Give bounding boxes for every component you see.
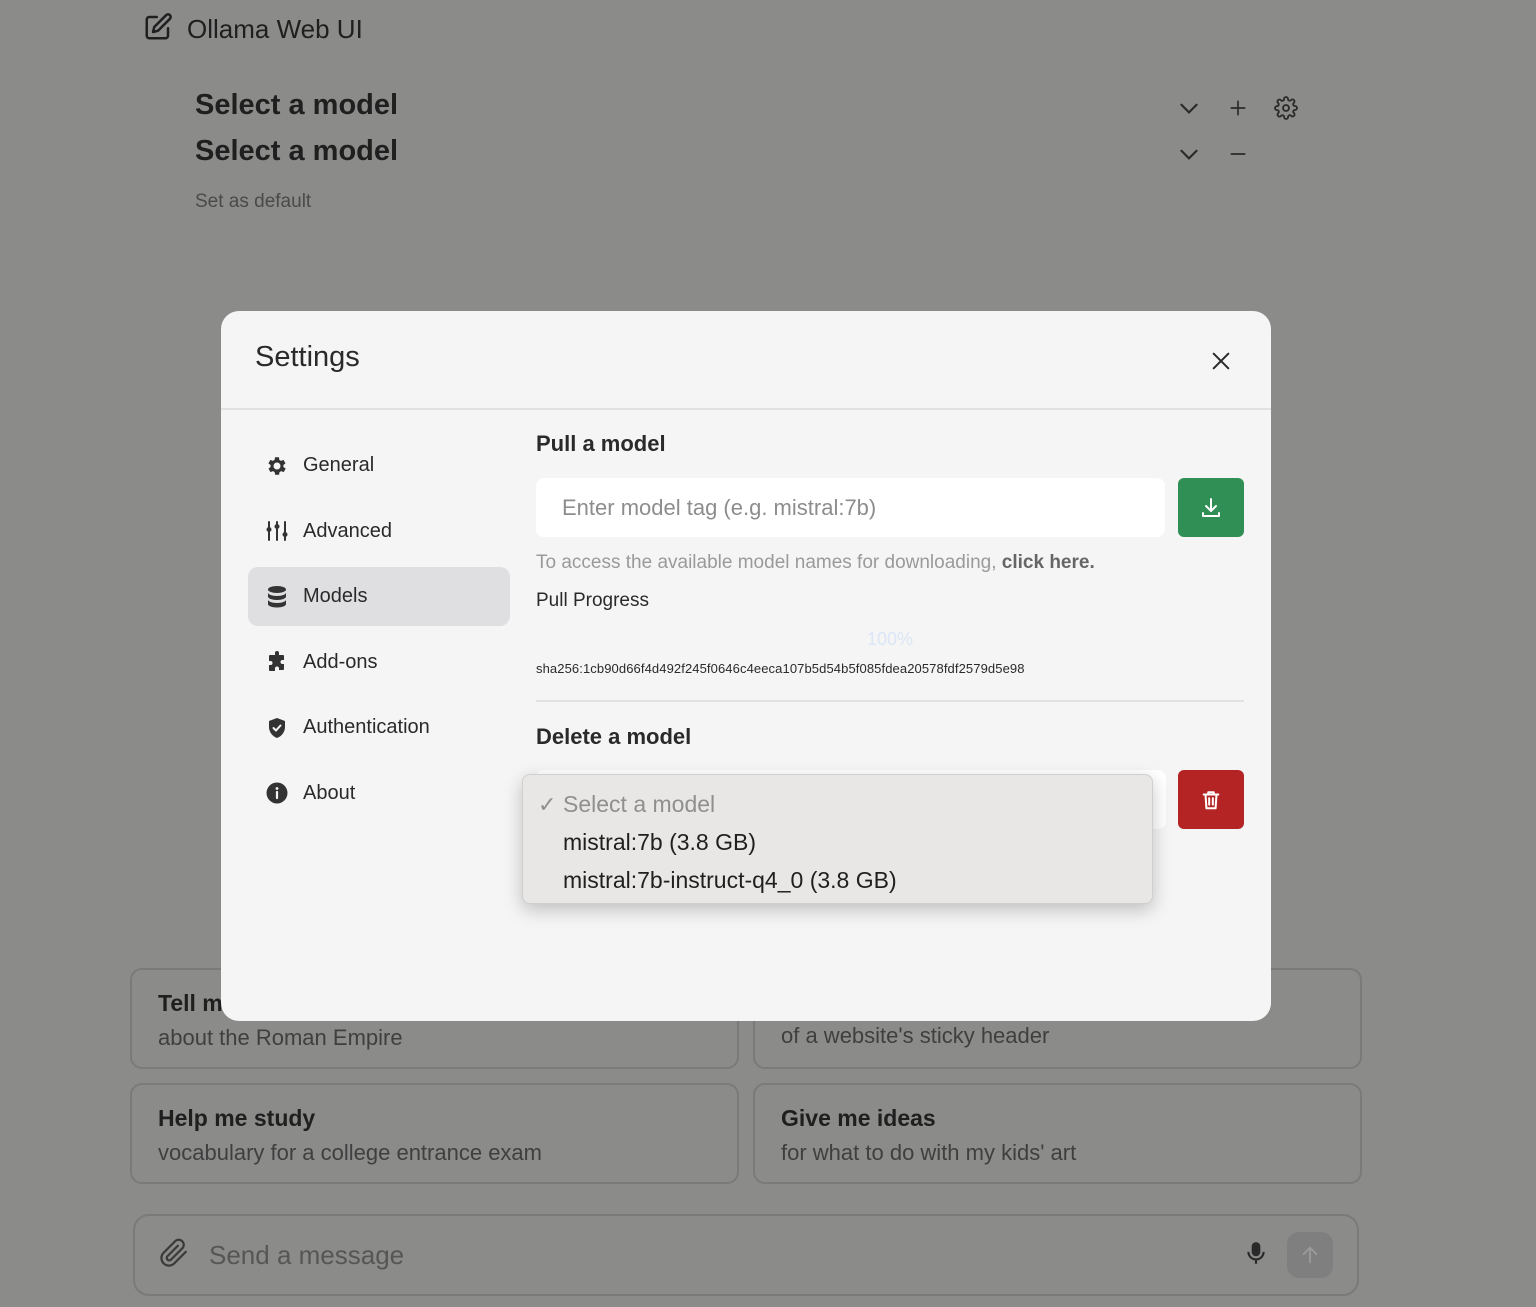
sidebar-item-label: Authentication xyxy=(303,716,430,738)
shield-icon xyxy=(265,716,289,740)
send-button[interactable] xyxy=(1287,1232,1333,1278)
model-selector-label: Select a model xyxy=(195,89,399,121)
close-button[interactable] xyxy=(1207,347,1235,375)
model-selector-1[interactable]: Select a model xyxy=(195,89,398,122)
sidebar-item-label: General xyxy=(303,454,375,476)
download-icon xyxy=(1202,497,1221,517)
model-row-2-actions xyxy=(1176,141,1248,172)
paperclip-icon[interactable] xyxy=(159,1238,189,1273)
message-composer: Send a message xyxy=(133,1214,1359,1296)
suggestion-card[interactable]: Help me study vocabulary for a college e… xyxy=(130,1083,739,1184)
pull-row xyxy=(536,478,1244,537)
pull-progress-label: Pull Progress xyxy=(536,590,649,611)
sliders-icon xyxy=(265,519,289,543)
sidebar-item-advanced[interactable]: Advanced xyxy=(248,502,510,561)
suggestion-card[interactable]: Give me ideas for what to do with my kid… xyxy=(753,1083,1362,1184)
model-selector-2[interactable]: Select a model xyxy=(195,135,398,168)
set-default-link[interactable]: Set as default xyxy=(195,191,311,213)
sidebar-item-about[interactable]: About xyxy=(248,764,510,823)
suggestion-subtitle: of a website's sticky header xyxy=(781,1023,1050,1048)
option-label: Select a model xyxy=(563,790,716,817)
gear-icon xyxy=(265,454,289,478)
option-label: mistral:7b-instruct-q4_0 (3.8 GB) xyxy=(563,866,897,893)
pull-section-title: Pull a model xyxy=(536,431,666,456)
pull-model-button[interactable] xyxy=(1178,478,1244,537)
puzzle-icon xyxy=(265,650,289,674)
suggestion-subtitle: about the Roman Empire xyxy=(158,1025,403,1050)
new-chat-icon[interactable] xyxy=(143,12,173,47)
add-model-icon[interactable] xyxy=(1228,98,1248,123)
sidebar-item-addons[interactable]: Add-ons xyxy=(248,633,510,692)
settings-modal: Settings General Advanced Models Add-ons… xyxy=(221,311,1271,1021)
settings-sidebar: General Advanced Models Add-ons Authenti… xyxy=(248,436,510,829)
app-title: Ollama Web UI xyxy=(187,14,363,44)
close-icon xyxy=(1212,352,1230,370)
database-icon xyxy=(265,585,289,609)
chevron-down-icon[interactable] xyxy=(1176,95,1202,126)
model-row-1-actions xyxy=(1176,95,1298,126)
microphone-icon[interactable] xyxy=(1243,1238,1269,1273)
suggestion-title: Give me ideas xyxy=(781,1105,936,1131)
dropdown-option[interactable]: mistral:7b-instruct-q4_0 (3.8 GB) xyxy=(523,861,1152,899)
suggestion-subtitle: vocabulary for a college entrance exam xyxy=(158,1140,542,1165)
chevron-down-icon[interactable] xyxy=(1176,141,1202,172)
model-digest: sha256:1cb90d66f4d492f245f0646c4eeca107b… xyxy=(536,661,1025,676)
option-label: mistral:7b (3.8 GB) xyxy=(563,828,756,855)
sidebar-item-general[interactable]: General xyxy=(248,436,510,495)
dropdown-option[interactable]: mistral:7b (3.8 GB) xyxy=(523,823,1152,861)
click-here-link[interactable]: click here. xyxy=(1002,552,1095,573)
sidebar-item-label: Add-ons xyxy=(303,650,378,673)
sidebar-item-models[interactable]: Models xyxy=(248,567,510,626)
model-names-hint: To access the available model names for … xyxy=(536,552,1244,574)
sidebar-item-authentication[interactable]: Authentication xyxy=(248,698,510,757)
models-panel: Pull a model To access the available mod… xyxy=(522,431,1244,904)
modal-title: Settings xyxy=(255,341,360,373)
delete-model-button[interactable] xyxy=(1178,770,1244,829)
progress-percent: 100% xyxy=(866,629,914,649)
delete-row: ✓ Select a model mistral:7b (3.8 GB) mis… xyxy=(522,770,1244,904)
info-icon xyxy=(265,781,289,805)
modal-header: Settings xyxy=(221,311,1271,410)
hint-text: To access the available model names for … xyxy=(536,552,997,573)
message-input[interactable]: Send a message xyxy=(209,1240,1243,1271)
model-selector-label: Select a model xyxy=(195,135,399,167)
trash-icon xyxy=(1202,790,1220,809)
gear-icon[interactable] xyxy=(1274,96,1298,125)
delete-section-title: Delete a model xyxy=(536,724,692,749)
checkmark-icon: ✓ xyxy=(538,792,557,817)
app-header: Ollama Web UI xyxy=(143,12,363,47)
sidebar-item-label: Models xyxy=(303,585,368,607)
sidebar-item-label: About xyxy=(303,781,356,804)
section-divider xyxy=(536,700,1244,702)
sidebar-item-label: Advanced xyxy=(303,519,392,542)
dropdown-option[interactable]: ✓ Select a model xyxy=(523,785,1152,823)
remove-model-icon[interactable] xyxy=(1228,144,1248,169)
suggestion-subtitle: for what to do with my kids' art xyxy=(781,1140,1077,1165)
model-tag-input[interactable] xyxy=(536,478,1166,537)
suggestion-title: Help me study xyxy=(158,1105,316,1131)
model-select-dropdown: ✓ Select a model mistral:7b (3.8 GB) mis… xyxy=(522,774,1153,904)
